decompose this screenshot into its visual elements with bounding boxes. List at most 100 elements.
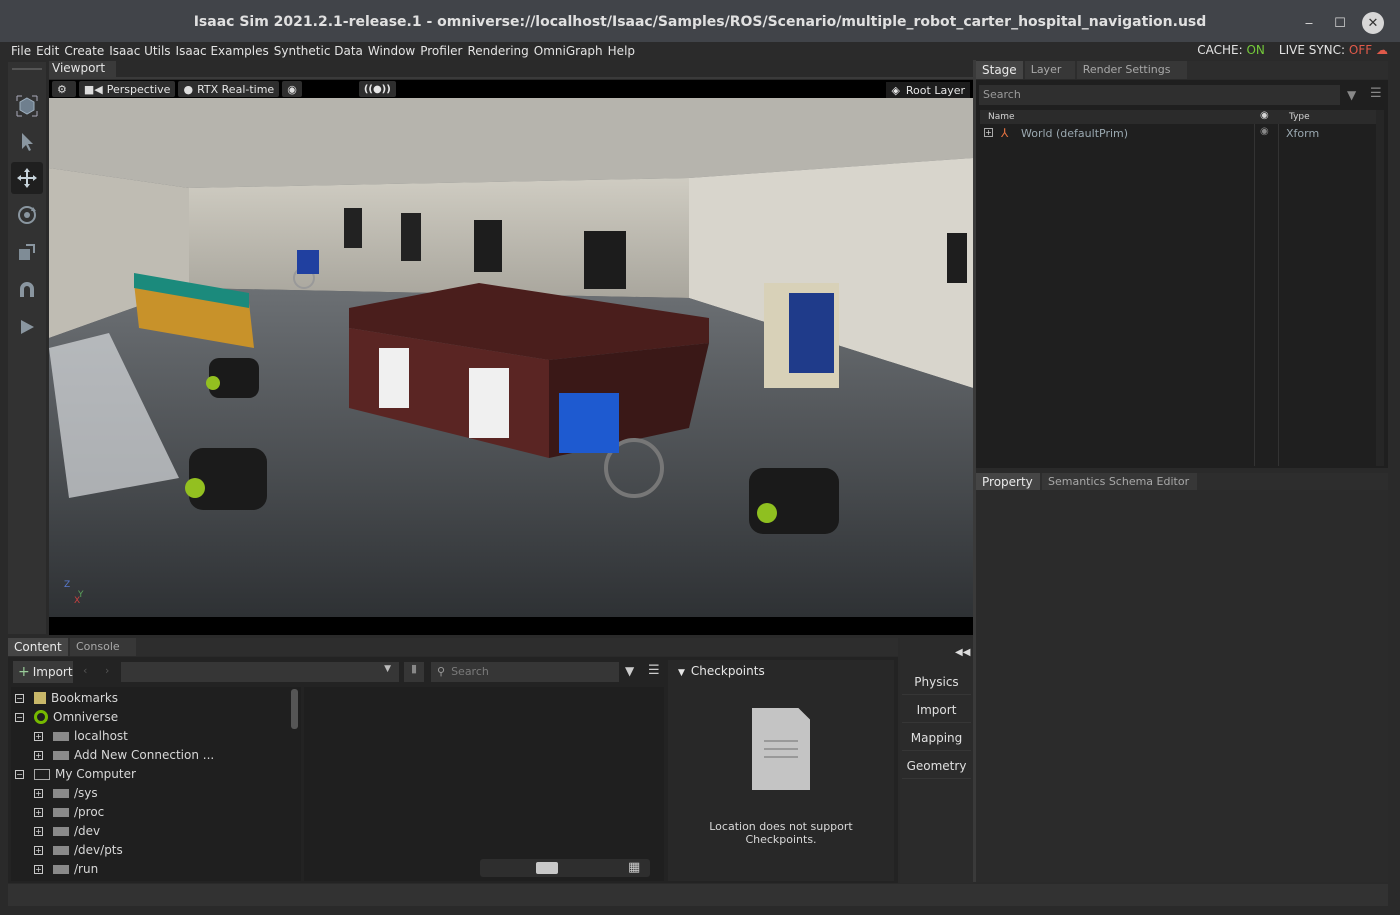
tree-item-add-connection[interactable]: + Add New Connection ... xyxy=(34,746,214,764)
expand-toggle[interactable]: + xyxy=(34,826,43,836)
expand-toggle[interactable]: + xyxy=(34,750,43,760)
collapse-toggle[interactable]: − xyxy=(15,712,24,722)
menu-rendering[interactable]: Rendering xyxy=(467,44,528,58)
tree-item-localhost[interactable]: + localhost xyxy=(34,727,128,745)
zoom-slider-handle[interactable] xyxy=(536,862,558,874)
menu-icon[interactable]: ☰ xyxy=(1370,86,1382,101)
import-label: Import xyxy=(32,665,73,679)
geometry-button[interactable]: Geometry xyxy=(902,753,971,779)
tree-item-dev-pts[interactable]: + /dev/pts xyxy=(34,841,123,859)
file-list[interactable]: ▦ xyxy=(304,687,664,881)
content-search-input[interactable]: ⚲ Search xyxy=(431,662,619,682)
physics-button[interactable]: Physics xyxy=(902,669,971,695)
lightbulb-icon: ● xyxy=(183,82,194,96)
filter-icon[interactable]: ▼ xyxy=(625,664,634,678)
rotate-icon[interactable] xyxy=(11,199,43,231)
tree-item-omniverse[interactable]: − Omniverse xyxy=(15,708,118,726)
snap-magnet-icon[interactable] xyxy=(11,274,43,306)
tree-item-sys[interactable]: + /sys xyxy=(34,784,98,802)
expand-toggle[interactable]: + xyxy=(34,807,43,817)
live-sync-status[interactable]: LIVE SYNC: OFF ☁ xyxy=(1279,43,1388,57)
tab-property[interactable]: Property xyxy=(976,473,1040,491)
menu-icon[interactable]: ☰ xyxy=(648,663,660,678)
menu-isaac-utils[interactable]: Isaac Utils xyxy=(109,44,170,58)
camera-icon: ■◀ xyxy=(83,82,103,96)
axis-gizmo: Z Y X xyxy=(64,580,84,606)
collapse-panel-icon[interactable]: ◀◀ xyxy=(955,647,970,658)
tree-item-bookmarks[interactable]: − Bookmarks xyxy=(15,689,118,707)
col-name-header[interactable]: Name xyxy=(988,112,1015,122)
expand-toggle[interactable]: + xyxy=(984,128,993,137)
menu-window[interactable]: Window xyxy=(368,44,415,58)
root-layer-selector[interactable]: ◈ Root Layer xyxy=(886,82,970,98)
tree-scrollbar[interactable] xyxy=(291,689,298,729)
play-icon[interactable] xyxy=(11,311,43,343)
column-divider xyxy=(1278,124,1279,466)
content-toolbar: + Import ‹ › ▼ ▮ ⚲ Search ▼ ☰ xyxy=(11,661,666,683)
zoom-slider[interactable]: ▦ xyxy=(480,859,650,877)
select-arrow-icon[interactable] xyxy=(11,126,43,158)
collapse-toggle[interactable]: − xyxy=(15,769,24,779)
tab-layer[interactable]: Layer xyxy=(1024,61,1075,79)
renderer-selector[interactable]: ● RTX Real-time xyxy=(178,81,280,97)
menu-profiler[interactable]: Profiler xyxy=(420,44,462,58)
menu-edit[interactable]: Edit xyxy=(36,44,59,58)
filter-icon[interactable]: ▼ xyxy=(1347,88,1356,102)
camera-selector[interactable]: ■◀ Perspective xyxy=(78,81,176,97)
menu-isaac-examples[interactable]: Isaac Examples xyxy=(176,44,269,58)
checkpoints-header[interactable]: ▼ Checkpoints xyxy=(678,664,765,678)
table-row[interactable]: + ⅄ World (defaultPrim) ◉ Xform xyxy=(980,126,1377,142)
scene-render[interactable] xyxy=(49,98,973,617)
expand-toggle[interactable]: + xyxy=(34,731,43,741)
minimize-button[interactable]: ‒ xyxy=(1298,12,1320,34)
import-side-button[interactable]: Import xyxy=(902,697,971,723)
tree-item-run[interactable]: + /run xyxy=(34,860,98,878)
tab-content[interactable]: Content xyxy=(8,638,68,656)
stage-search-input[interactable]: Search xyxy=(979,85,1340,105)
maximize-button[interactable]: ☐ xyxy=(1329,12,1351,34)
visibility-eye-icon[interactable]: ◉ xyxy=(1260,126,1269,137)
menu-file[interactable]: File xyxy=(11,44,31,58)
grid-view-icon[interactable]: ▦ xyxy=(628,860,640,875)
eye-icon[interactable]: ◉ xyxy=(1260,110,1269,121)
tab-viewport[interactable]: Viewport xyxy=(49,61,116,78)
bookmark-icon[interactable]: ▮ xyxy=(404,662,424,682)
broadcast-button[interactable]: ((●)) xyxy=(358,81,396,97)
tree-item-proc[interactable]: + /proc xyxy=(34,803,104,821)
move-icon[interactable] xyxy=(11,162,43,194)
chevron-down-icon[interactable]: ▼ xyxy=(384,664,391,674)
omniverse-icon xyxy=(34,710,48,724)
drag-handle[interactable] xyxy=(12,68,42,70)
visibility-button[interactable]: ◉ xyxy=(282,81,302,97)
close-button[interactable]: ✕ xyxy=(1362,12,1384,34)
select-mode-icon[interactable] xyxy=(11,90,43,122)
mapping-button[interactable]: Mapping xyxy=(902,725,971,751)
expand-toggle[interactable]: + xyxy=(34,845,43,855)
cache-status[interactable]: CACHE: ON xyxy=(1197,43,1265,57)
xform-icon: ⅄ xyxy=(1001,126,1009,140)
collapse-toggle[interactable]: − xyxy=(15,693,24,703)
tab-stage[interactable]: Stage xyxy=(976,61,1023,79)
scale-icon[interactable] xyxy=(11,236,43,268)
tree-item-dev[interactable]: + /dev xyxy=(34,822,100,840)
viewport[interactable]: ⚙ ■◀ Perspective ● RTX Real-time ◉ ((●)) ◈… xyxy=(49,80,973,635)
tree-label: Bookmarks xyxy=(51,691,119,705)
expand-toggle[interactable]: + xyxy=(34,864,43,874)
menu-synthetic-data[interactable]: Synthetic Data xyxy=(274,44,363,58)
tab-semantics-schema-editor[interactable]: Semantics Schema Editor xyxy=(1042,473,1197,491)
forward-arrow-icon[interactable]: › xyxy=(105,664,109,677)
menu-help[interactable]: Help xyxy=(608,44,635,58)
back-arrow-icon[interactable]: ‹ xyxy=(83,664,87,677)
expand-toggle[interactable]: + xyxy=(34,788,43,798)
menu-create[interactable]: Create xyxy=(64,44,104,58)
col-type-header[interactable]: Type xyxy=(1289,112,1310,122)
viewport-settings-button[interactable]: ⚙ xyxy=(52,81,76,97)
tab-console[interactable]: Console xyxy=(70,638,136,656)
menu-omnigraph[interactable]: OmniGraph xyxy=(534,44,603,58)
stage-scrollbar[interactable] xyxy=(1376,110,1384,466)
tree-item-my-computer[interactable]: − My Computer xyxy=(15,765,136,783)
import-button[interactable]: + Import xyxy=(13,661,73,683)
eye-icon: ◉ xyxy=(287,82,297,96)
path-field[interactable]: ▼ xyxy=(121,662,399,682)
tab-render-settings[interactable]: Render Settings xyxy=(1076,61,1187,79)
